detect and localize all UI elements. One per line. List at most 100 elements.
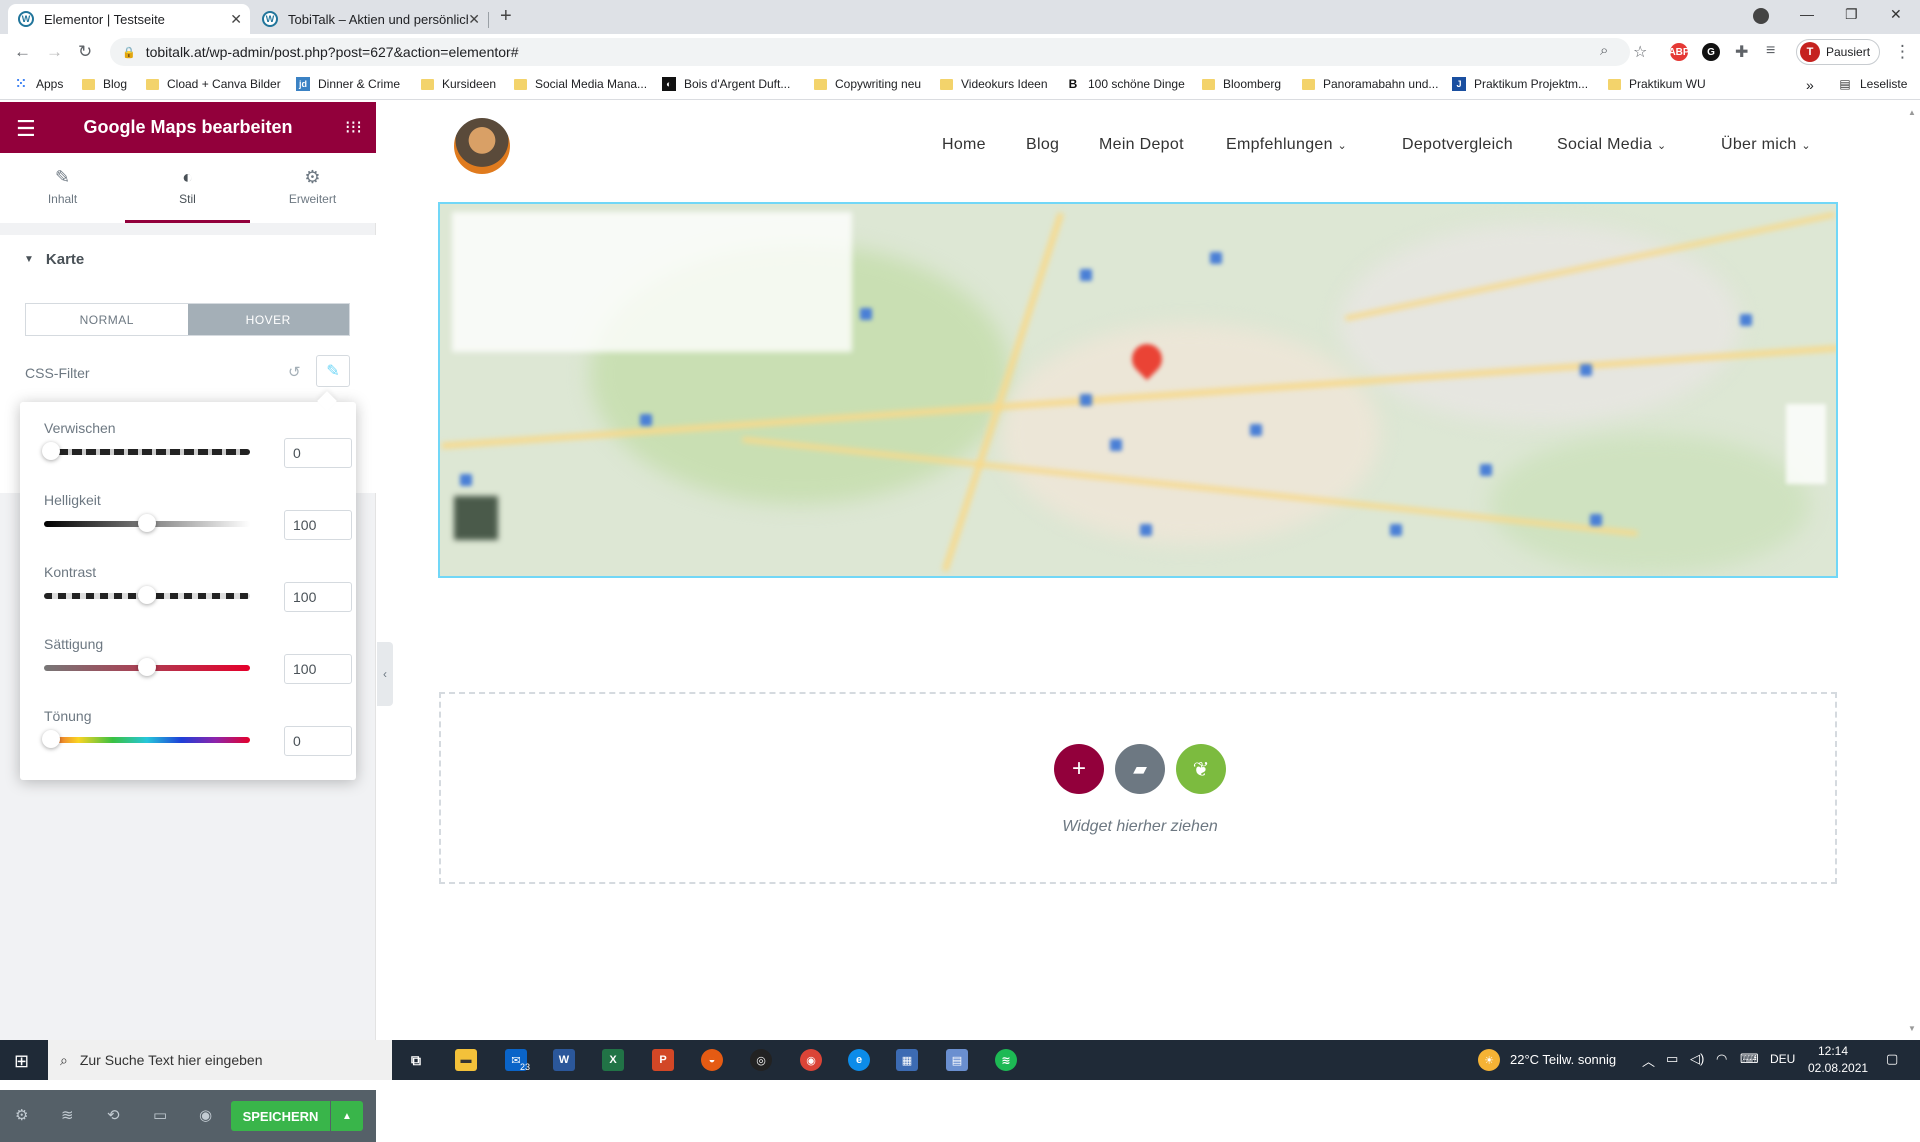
close-tab-icon[interactable]: ✕ [468, 11, 480, 28]
reload-icon[interactable]: ↻ [78, 42, 92, 62]
collapse-panel-icon[interactable]: ‹ [377, 642, 393, 706]
save-options-caret-icon[interactable]: ▲ [331, 1101, 363, 1131]
app-icon[interactable]: ▦ [896, 1049, 918, 1071]
bookmark-bois[interactable]: ◐ Bois d'Argent Duft... [662, 77, 790, 91]
task-view-icon[interactable]: ⧉ [405, 1049, 427, 1071]
bookmark-videokurs[interactable]: Videokurs Ideen [940, 77, 1048, 91]
hue-value-input[interactable]: 0 [284, 726, 352, 756]
nav-empfehlungen[interactable]: Empfehlungen ⌄ [1226, 136, 1347, 154]
bookmark-blog[interactable]: Blog [82, 77, 127, 91]
envato-kit-button[interactable]: ❦ [1176, 744, 1226, 794]
nav-ueber-mich[interactable]: Über mich ⌄ [1721, 136, 1811, 154]
nav-blog[interactable]: Blog [1026, 136, 1059, 154]
responsive-mode-icon[interactable]: ▭ [153, 1106, 167, 1124]
hover-tab[interactable]: HOVER [187, 304, 349, 335]
keyboard-icon[interactable]: ⌨ [1740, 1051, 1759, 1067]
app-icon[interactable]: ◒ [701, 1049, 723, 1071]
tab-stil[interactable]: ◐ Stil [125, 153, 250, 223]
navigator-layers-icon[interactable]: ≋ [61, 1106, 74, 1124]
reading-list[interactable]: ▤ Leseliste [1838, 77, 1907, 91]
scroll-up-icon[interactable]: ▲ [1908, 108, 1916, 117]
clock-date[interactable]: 02.08.2021 [1808, 1061, 1868, 1075]
saturation-value-input[interactable]: 100 [284, 654, 352, 684]
site-logo[interactable] [454, 118, 510, 174]
reading-mode-icon[interactable]: ≡ [1766, 42, 1775, 60]
bookmark-dinner[interactable]: jd Dinner & Crime [296, 77, 400, 91]
restore-icon[interactable]: ❐ [1845, 6, 1858, 23]
google-map-widget[interactable] [438, 202, 1838, 578]
edge-icon[interactable]: e [848, 1049, 870, 1071]
new-tab-icon[interactable]: + [500, 5, 512, 28]
empty-section-dropzone[interactable]: + ▰ ❦ Widget hierher ziehen [439, 692, 1837, 884]
preview-eye-icon[interactable]: ◉ [199, 1106, 212, 1124]
file-explorer-icon[interactable]: ▬ [455, 1049, 477, 1071]
chrome-icon[interactable]: ◉ [800, 1049, 822, 1071]
excel-icon[interactable]: X [602, 1049, 624, 1071]
forward-icon[interactable]: → [46, 42, 63, 62]
nav-depotvergleich[interactable]: Depotvergleich [1402, 136, 1513, 154]
bookmark-panoramabahn[interactable]: Panoramabahn und... [1302, 77, 1438, 91]
taskbar-search[interactable]: ⌕ Zur Suche Text hier eingeben [48, 1040, 392, 1080]
zoom-icon[interactable]: ⌕ [1600, 42, 1608, 59]
adblock-icon[interactable]: ABP [1668, 43, 1690, 61]
history-icon[interactable]: ⟲ [107, 1106, 120, 1124]
weather-text[interactable]: 22°C Teilw. sonnig [1510, 1052, 1616, 1067]
bookmark-social[interactable]: Social Media Mana... [514, 77, 647, 91]
nav-social-media[interactable]: Social Media ⌄ [1557, 136, 1666, 154]
blur-slider-thumb[interactable] [42, 442, 60, 460]
nav-home[interactable]: Home [942, 136, 986, 154]
tab-search-icon[interactable] [1753, 8, 1769, 24]
back-icon[interactable]: ← [14, 42, 31, 62]
bookmark-star-icon[interactable]: ☆ [1633, 42, 1647, 62]
windows-start-icon[interactable]: ⊞ [14, 1051, 29, 1072]
grammarly-icon[interactable]: G [1702, 43, 1720, 61]
minimize-icon[interactable]: — [1800, 6, 1814, 22]
extensions-icon[interactable]: ✚ [1735, 42, 1748, 62]
profile-button[interactable]: T Pausiert [1796, 39, 1880, 65]
bookmark-praktikum-projekt[interactable]: J Praktikum Projektm... [1452, 77, 1588, 91]
bookmark-cload[interactable]: Cload + Canva Bilder [146, 77, 281, 91]
bookmarks-overflow[interactable]: » [1806, 77, 1814, 93]
map-zoom-controls[interactable] [1786, 404, 1826, 484]
bookmark-kursideen[interactable]: Kursideen [421, 77, 496, 91]
hue-slider-thumb[interactable] [42, 730, 60, 748]
map-satellite-toggle[interactable] [454, 496, 498, 540]
tab-tobitalk[interactable]: W TobiTalk – Aktien und persönliche ✕ [252, 4, 488, 34]
tab-erweitert[interactable]: ⚙ Erweitert [250, 153, 375, 223]
add-template-button[interactable]: ▰ [1115, 744, 1165, 794]
widgets-grid-icon[interactable]: ⁝⁝⁝ [345, 117, 362, 138]
add-section-button[interactable]: + [1054, 744, 1104, 794]
tab-elementor[interactable]: W Elementor | Testseite ✕ [8, 4, 250, 34]
bookmark-praktikum-wu[interactable]: Praktikum WU [1608, 77, 1706, 91]
brightness-value-input[interactable]: 100 [284, 510, 352, 540]
close-tab-icon[interactable]: ✕ [230, 11, 242, 28]
spotify-icon[interactable]: ≋ [995, 1049, 1017, 1071]
save-button[interactable]: SPEICHERN [231, 1101, 330, 1131]
hue-slider-track[interactable] [44, 737, 250, 743]
obs-icon[interactable]: ◎ [750, 1049, 772, 1071]
address-bar[interactable]: 🔒 tobitalk.at/wp-admin/post.php?post=627… [110, 38, 1630, 66]
language-indicator[interactable]: DEU [1770, 1052, 1795, 1066]
nav-mein-depot[interactable]: Mein Depot [1099, 136, 1184, 154]
tray-icon[interactable]: ▭ [1666, 1051, 1678, 1067]
tab-inhalt[interactable]: ✎ Inhalt [0, 153, 125, 223]
bookmark-100[interactable]: B 100 schöne Dinge [1066, 77, 1185, 91]
css-filter-edit-button[interactable]: ✎ [316, 355, 350, 387]
normal-tab[interactable]: NORMAL [26, 304, 188, 335]
close-window-icon[interactable]: ✕ [1890, 6, 1902, 23]
word-icon[interactable]: W [553, 1049, 575, 1071]
wifi-icon[interactable]: ◠ [1716, 1051, 1727, 1067]
blur-slider-track[interactable] [44, 449, 250, 455]
powerpoint-icon[interactable]: P [652, 1049, 674, 1071]
tray-chevron-icon[interactable]: ︿ [1642, 1051, 1655, 1070]
section-karte[interactable]: ▼ Karte [0, 235, 376, 283]
brightness-slider-thumb[interactable] [138, 514, 156, 532]
bookmark-copywriting[interactable]: Copywriting neu [814, 77, 921, 91]
notifications-icon[interactable]: ▢ [1886, 1051, 1898, 1067]
bookmark-apps[interactable]: ⁙ Apps [14, 76, 64, 91]
scroll-down-icon[interactable]: ▼ [1908, 1024, 1916, 1033]
saturation-slider-thumb[interactable] [138, 658, 156, 676]
contrast-value-input[interactable]: 100 [284, 582, 352, 612]
volume-icon[interactable]: ◁) [1690, 1051, 1704, 1067]
menu-kebab-icon[interactable]: ⋮ [1894, 42, 1911, 62]
